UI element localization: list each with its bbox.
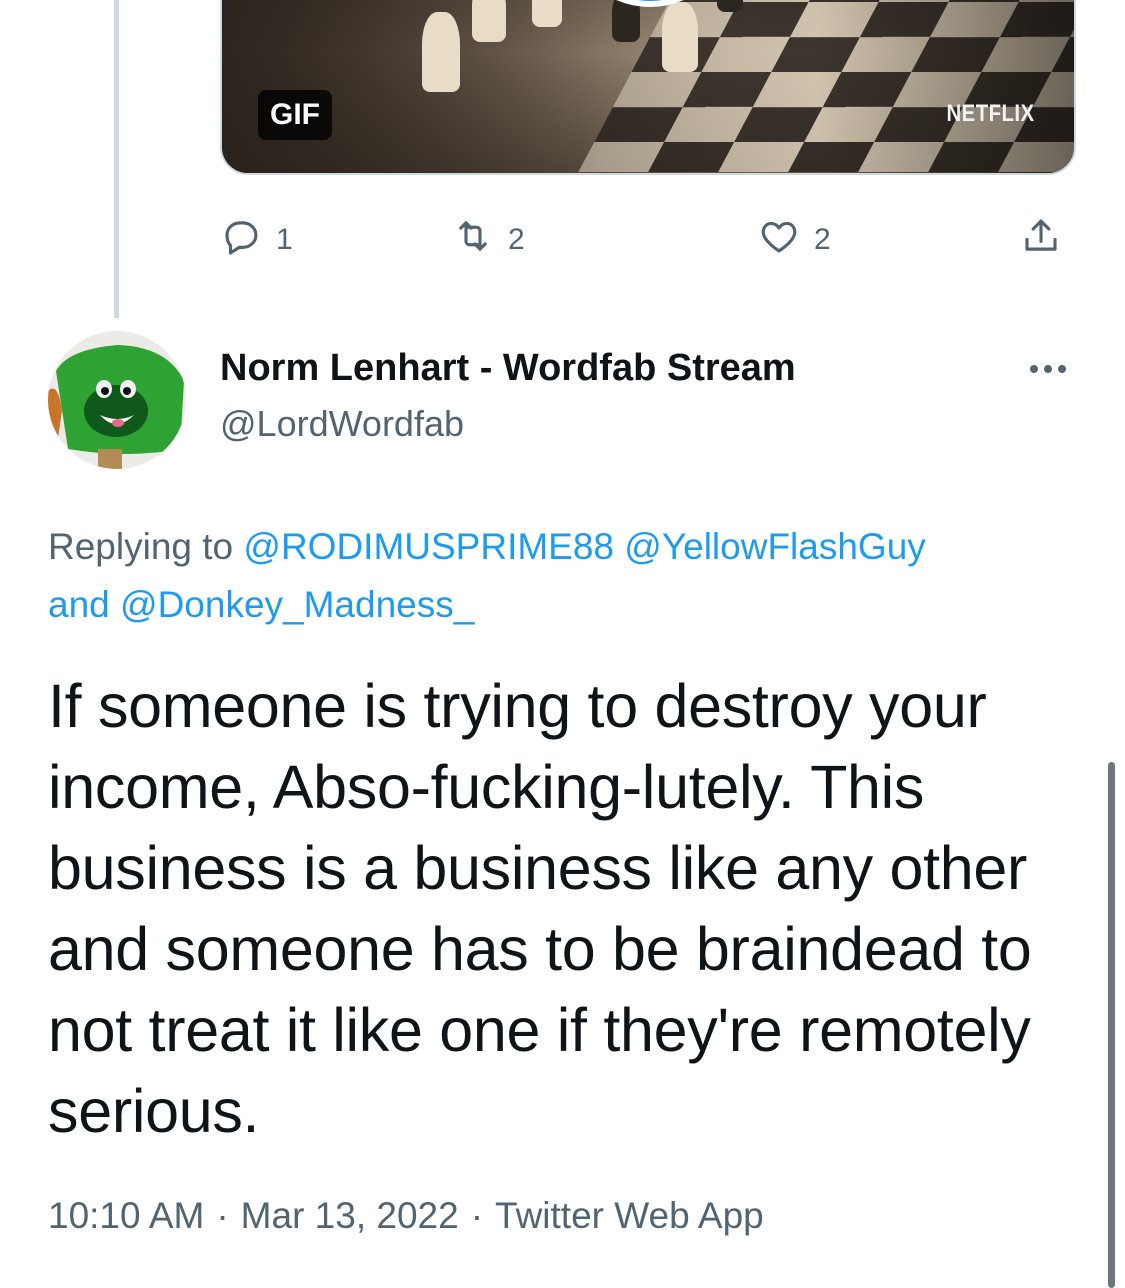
like-button[interactable]: 2 [758,215,831,265]
replying-and: and [48,584,121,625]
reply-count: 1 [276,223,293,256]
meta-separator: · [470,1195,484,1236]
tweet-metadata: 10:10 AM · Mar 13, 2022 · Twitter Web Ap… [48,1195,764,1237]
tweet-time[interactable]: 10:10 AM [48,1195,204,1237]
avatar[interactable] [48,331,186,469]
meta-separator: · [216,1195,229,1236]
mention-link[interactable]: @Donkey_Madness_ [120,584,474,625]
heart-icon [758,215,800,265]
reply-button[interactable]: 1 [220,215,293,265]
tweet-action-bar: 1 2 2 [220,215,1076,265]
retweet-count: 2 [508,223,525,256]
mention-link[interactable]: @YellowFlashGuy [624,526,926,567]
netflix-watermark: NETFLIX [946,100,1034,127]
tweet-body-text: If someone is trying to destroy your inc… [48,672,1032,1145]
gif-badge: GIF [258,90,332,140]
chess-pieces-image [422,0,782,122]
author-display-name[interactable]: Norm Lenhart - Wordfab Stream [220,347,796,390]
tweet-source: Twitter Web App [495,1195,764,1236]
gif-media[interactable]: GIF NETFLIX [220,0,1076,175]
thread-connector-line [114,0,119,318]
mention-link[interactable]: @RODIMUSPRIME88 [243,526,614,567]
replying-to-line: Replying to @RODIMUSPRIME88 @YellowFlash… [48,518,1048,634]
author-handle[interactable]: @LordWordfab [220,403,464,445]
more-options-button[interactable] [1030,356,1074,382]
frog-hat-avatar-image [48,331,186,469]
tweet-date[interactable]: Mar 13, 2022 [241,1195,459,1237]
tweet-thread-view: GIF NETFLIX 1 2 2 Norm Lenhart - Wordfab… [0,0,1125,1288]
like-count: 2 [814,223,831,256]
reply-icon [220,215,262,265]
share-icon [1020,215,1062,265]
scrollbar[interactable] [1108,762,1115,1288]
replying-prefix: Replying to [48,526,244,567]
share-button[interactable] [1020,215,1062,265]
retweet-button[interactable]: 2 [452,215,525,265]
more-dots-icon [1030,365,1038,373]
retweet-icon [452,215,494,265]
